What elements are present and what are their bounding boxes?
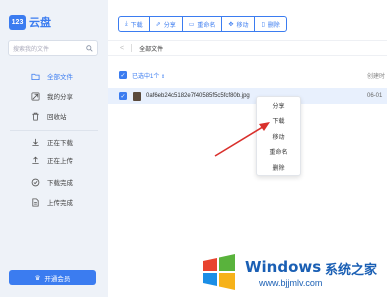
watermark-subtitle: 系统之家 [325, 262, 378, 277]
windows-logo-icon [203, 254, 235, 290]
watermark: Windows 系统之家 www.bjjmlv.com [199, 248, 387, 297]
watermark-url: www.bjjmlv.com [259, 278, 323, 288]
watermark-title: Windows [245, 258, 322, 276]
